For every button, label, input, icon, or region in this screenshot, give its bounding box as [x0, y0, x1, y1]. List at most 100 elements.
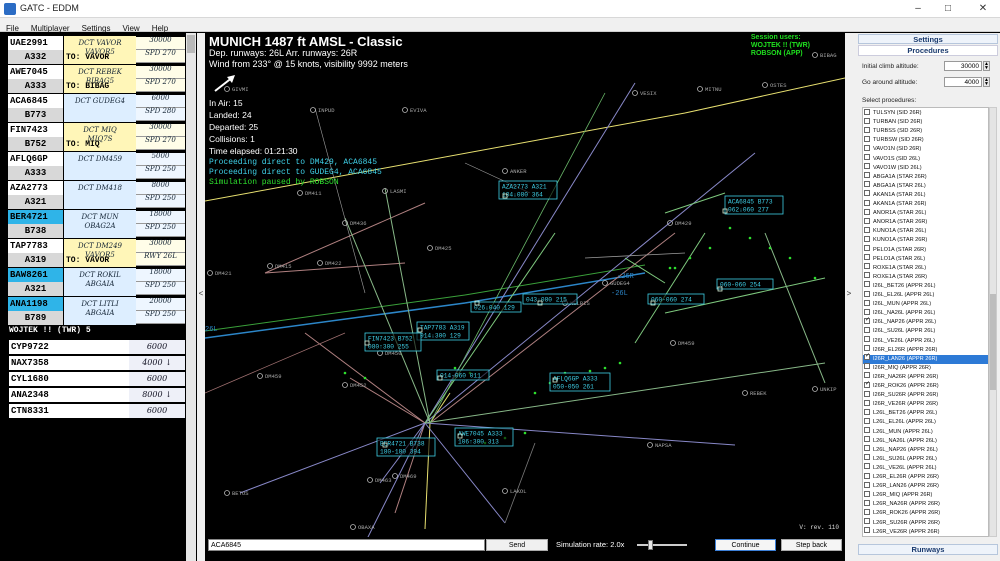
- procedure-item[interactable]: TURBSW (SID 26R): [863, 135, 988, 145]
- procedures-scroll-thumb[interactable]: [990, 294, 996, 390]
- procedure-checkbox[interactable]: [864, 154, 870, 161]
- procedure-checkbox[interactable]: [864, 299, 870, 306]
- procedure-item[interactable]: ANOR1A (STAR 26L): [863, 208, 988, 218]
- tower-strip[interactable]: NAX7358 4000 ↓: [9, 356, 185, 370]
- procedure-checkbox[interactable]: [864, 135, 870, 142]
- strip-speed[interactable]: SPD 250: [136, 282, 185, 295]
- procedure-checkbox[interactable]: [864, 172, 870, 179]
- procedure-checkbox[interactable]: [864, 499, 870, 506]
- procedures-list[interactable]: TULSYN (SID 26R) TURBAN (SID 26R) TURBSS (…: [862, 107, 989, 537]
- procedure-item[interactable]: L26L_MUN (APPR 26L): [863, 427, 988, 437]
- procedure-checkbox[interactable]: [864, 308, 870, 315]
- procedure-item[interactable]: I26L_NA26L (APPR 26L): [863, 308, 988, 318]
- procedure-checkbox[interactable]: [864, 144, 870, 151]
- procedure-checkbox[interactable]: [864, 163, 870, 170]
- procedure-checkbox[interactable]: [864, 199, 870, 206]
- procedure-item[interactable]: I26L_BET26 (APPR 26L): [863, 281, 988, 291]
- procedure-item[interactable]: ANOR1A (STAR 26R): [863, 217, 988, 227]
- send-button[interactable]: Send: [486, 539, 548, 551]
- procedure-item[interactable]: L26R_EL26R (APPR 26R): [863, 472, 988, 482]
- procedure-checkbox[interactable]: [864, 454, 870, 461]
- maximize-icon[interactable]: □: [934, 0, 962, 18]
- procedure-checkbox[interactable]: [864, 427, 870, 434]
- flight-strip[interactable]: BAW8261 A321 DCT ROKIL ABGAIA 18000 SPD 250: [8, 268, 185, 296]
- minimize-icon[interactable]: –: [904, 0, 932, 18]
- simulation-rate-slider[interactable]: [637, 539, 687, 551]
- procedure-checkbox[interactable]: [864, 181, 870, 188]
- procedure-item[interactable]: L26R_SU26R (APPR 26R): [863, 518, 988, 528]
- continue-button[interactable]: Continue: [715, 539, 776, 551]
- procedure-checkbox[interactable]: [864, 390, 870, 397]
- procedure-item[interactable]: ROXE1A (STAR 26R): [863, 272, 988, 282]
- settings-header[interactable]: Settings: [858, 34, 998, 44]
- runways-header[interactable]: Runways: [858, 544, 998, 555]
- procedure-item[interactable]: AKAN1A (STAR 26R): [863, 199, 988, 209]
- tower-strip[interactable]: ANA2348 8000 ↓: [9, 388, 185, 402]
- flight-strip[interactable]: TAP7783 A319 DCT DM249 VAVOR5 TO: VAVOR 3000…: [8, 239, 185, 267]
- procedure-item[interactable]: L26R_NA26R (APPR 26R): [863, 499, 988, 509]
- procedure-item[interactable]: TURBSS (SID 26R): [863, 126, 988, 136]
- procedure-item[interactable]: L26L_NAP26 (APPR 26L): [863, 445, 988, 455]
- procedure-item[interactable]: L26R_ROK26 (APPR 26R): [863, 508, 988, 518]
- procedure-item[interactable]: ROXE1A (STAR 26L): [863, 263, 988, 273]
- go-around-field[interactable]: 4000: [944, 77, 982, 87]
- procedure-item[interactable]: L26L_VE26L (APPR 26L): [863, 463, 988, 473]
- procedure-checkbox[interactable]: [864, 254, 870, 261]
- procedure-item[interactable]: I26R_LAN26 (APPR 26R): [863, 352, 988, 364]
- strip-speed[interactable]: SPD 250: [136, 195, 185, 208]
- procedure-checkbox[interactable]: [864, 272, 870, 279]
- procedure-item[interactable]: VAVO1W (SID 26L): [863, 163, 988, 173]
- procedure-checkbox[interactable]: [864, 190, 870, 197]
- procedure-item[interactable]: I26R_VE26R (APPR 26R): [863, 399, 988, 409]
- procedure-item[interactable]: L26L_NA26L (APPR 26L): [863, 436, 988, 446]
- procedure-checkbox[interactable]: [864, 263, 870, 270]
- procedure-item[interactable]: I26R_MIQ (APPR 26R): [863, 363, 988, 373]
- flight-strip[interactable]: BER4721 B738 DCT MUN OBAG2A 18000 SPD 250: [8, 210, 185, 238]
- procedure-checkbox[interactable]: [864, 445, 870, 452]
- procedure-checkbox[interactable]: [864, 490, 870, 497]
- procedure-item[interactable]: ABGA1A (STAR 26L): [863, 181, 988, 191]
- slider-knob[interactable]: [648, 540, 653, 550]
- initial-climb-spinner-icon[interactable]: ▲ ▼: [983, 61, 990, 71]
- procedure-checkbox[interactable]: [864, 463, 870, 470]
- flight-strip[interactable]: AFLQ6GP A333 DCT DM459 5000 SPD 250: [8, 152, 185, 180]
- procedure-item[interactable]: PELO1A (STAR 26R): [863, 245, 988, 255]
- tower-strip-altitude[interactable]: 4000 ↓: [129, 356, 185, 370]
- procedure-checkbox[interactable]: [864, 518, 870, 525]
- procedure-checkbox[interactable]: [864, 226, 870, 233]
- procedure-item[interactable]: L26R_VE26R (APPR 26R): [863, 527, 988, 536]
- procedure-checkbox[interactable]: [864, 363, 870, 370]
- procedure-item[interactable]: I26R_EL26R (APPR 26R): [863, 345, 988, 355]
- procedure-item[interactable]: I26R_ROK26 (APPR 26R): [863, 380, 988, 391]
- tower-strip[interactable]: CTN8331 6000: [9, 404, 185, 418]
- procedure-checkbox[interactable]: [864, 336, 870, 343]
- procedure-checkbox[interactable]: [864, 290, 870, 297]
- procedure-item[interactable]: I26R_NA26R (APPR 26R): [863, 372, 988, 382]
- radar-scope[interactable]: GIVMI INPUD EVIVA VESIX MITNU OSTES ANKER LASMI…: [205, 33, 845, 537]
- procedure-checkbox[interactable]: [864, 481, 870, 488]
- procedure-item[interactable]: I26L_NAP26 (APPR 26L): [863, 316, 988, 327]
- procedure-item[interactable]: I26L_VE26L (APPR 26L): [863, 336, 988, 346]
- strip-speed[interactable]: SPD 280: [136, 108, 185, 121]
- flight-strip[interactable]: AWE7045 A333 DCT REBEK BIBAG5 TO: BIBAG 3000…: [8, 65, 185, 93]
- procedure-checkbox[interactable]: [864, 417, 870, 424]
- flight-strip[interactable]: AZA2773 A321 DCT DM418 8000 SPD 250: [8, 181, 185, 209]
- procedure-checkbox[interactable]: [864, 245, 870, 252]
- procedure-item[interactable]: L26R_LAN26 (APPR 26R): [863, 481, 988, 491]
- procedure-item[interactable]: I26L_EL26L (APPR 26L): [863, 290, 988, 300]
- procedure-checkbox[interactable]: [864, 316, 870, 325]
- tower-strip[interactable]: CYP9722 6000: [9, 340, 185, 354]
- tower-strip-altitude[interactable]: 8000 ↓: [129, 388, 185, 402]
- command-input[interactable]: [208, 539, 485, 551]
- strip-speed[interactable]: SPD 250: [136, 224, 185, 237]
- procedure-checkbox[interactable]: [864, 281, 870, 288]
- procedure-checkbox[interactable]: [864, 436, 870, 443]
- procedure-item[interactable]: L26L_SU26L (APPR 26L): [863, 454, 988, 464]
- procedure-checkbox[interactable]: [864, 126, 870, 133]
- flight-strip[interactable]: UAE2991 A332 DCT VAVOR VAVOR5 TO: VAVOR 3000…: [8, 36, 185, 64]
- step-back-button[interactable]: Step back: [781, 539, 842, 551]
- strip-speed[interactable]: SPD 270: [136, 137, 185, 150]
- close-icon[interactable]: ✕: [966, 0, 1000, 18]
- procedure-item[interactable]: KUNO1A (STAR 26L): [863, 226, 988, 236]
- procedure-item[interactable]: PELO1A (STAR 26L): [863, 254, 988, 264]
